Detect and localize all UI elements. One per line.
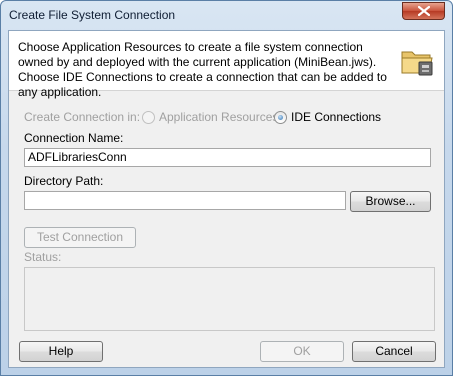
directory-path-input[interactable] [24, 191, 346, 210]
window-title: Create File System Connection [9, 8, 176, 22]
radio-selected-dot [278, 115, 283, 120]
dialog-body: Choose Application Resources to create a… [8, 30, 445, 368]
radio-ide-connections[interactable] [274, 111, 287, 124]
help-button[interactable]: Help [19, 341, 103, 362]
status-label: Status: [24, 250, 62, 264]
radio-application-resources[interactable] [142, 111, 155, 124]
folder-connection-icon [401, 51, 433, 76]
test-connection-button[interactable]: Test Connection [24, 227, 136, 248]
close-icon [417, 6, 430, 16]
browse-button[interactable]: Browse... [350, 191, 431, 212]
description-text: Choose Application Resources to create a… [18, 40, 387, 99]
description-panel: Choose Application Resources to create a… [9, 31, 444, 99]
ide-connections-label: IDE Connections [291, 110, 382, 124]
dialog-window: Create File System Connection Choose App… [0, 0, 453, 376]
cancel-button[interactable]: Cancel [352, 341, 436, 362]
connection-name-label: Connection Name: [24, 131, 124, 145]
status-area [24, 267, 435, 331]
ok-button[interactable]: OK [260, 341, 344, 362]
title-bar[interactable]: Create File System Connection [1, 1, 452, 29]
connection-name-input[interactable]: ADFLibrariesConn [24, 148, 431, 167]
create-connection-label: Create Connection in: [24, 110, 141, 124]
application-resources-label: Application Resources [159, 110, 279, 124]
directory-path-label: Directory Path: [24, 174, 104, 188]
close-button[interactable] [402, 2, 445, 20]
